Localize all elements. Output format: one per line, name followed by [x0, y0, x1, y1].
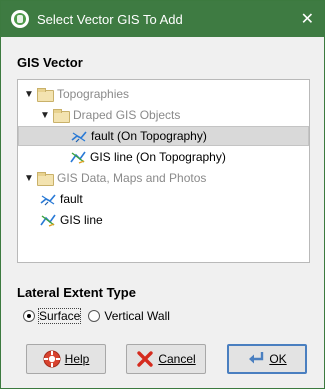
gis-vector-tree[interactable]: ▼ Topographies ▼ Draped GIS Objects faul… [17, 79, 310, 263]
dialog-window: Select Vector GIS To Add ✕ GIS Vector ▼ … [0, 0, 325, 389]
window-title: Select Vector GIS To Add [37, 11, 183, 27]
close-button[interactable]: ✕ [301, 9, 314, 29]
tree-item-label: Draped GIS Objects [73, 108, 181, 122]
folder-icon [37, 88, 54, 102]
tree-item-label: GIS Data, Maps and Photos [57, 171, 207, 185]
cancel-icon [137, 351, 154, 367]
surface-radio[interactable] [23, 310, 35, 322]
cancel-button[interactable]: Cancel [126, 344, 206, 374]
help-label: Help [64, 352, 90, 366]
expanded-triangle-icon[interactable]: ▼ [24, 89, 34, 100]
ok-label: OK [269, 352, 287, 366]
expanded-triangle-icon[interactable]: ▼ [24, 173, 34, 184]
gis-vector-heading: GIS Vector [17, 55, 83, 70]
gis-line-icon [40, 214, 56, 227]
tree-item-gis-line-on-topography[interactable]: GIS line (On Topography) [70, 147, 226, 167]
app-logo-icon [11, 10, 29, 28]
vertical-wall-radio[interactable] [88, 310, 101, 322]
help-button[interactable]: Help [26, 344, 106, 374]
tree-item-label: fault [60, 192, 83, 206]
title-bar[interactable]: Select Vector GIS To Add ✕ [1, 1, 324, 37]
gis-fault-icon [40, 194, 56, 206]
tree-item-gis-line[interactable]: GIS line [40, 210, 103, 230]
expanded-triangle-icon[interactable]: ▼ [40, 110, 50, 121]
folder-icon [53, 109, 70, 123]
tree-item-topographies[interactable]: ▼ Topographies [24, 84, 129, 104]
tree-item-draped-gis-objects[interactable]: ▼ Draped GIS Objects [40, 105, 180, 125]
vertical-wall-radio-label[interactable]: Vertical Wall [104, 309, 170, 323]
help-icon [43, 350, 61, 368]
gis-fault-icon [71, 131, 87, 143]
enter-arrow-icon [249, 352, 264, 364]
surface-radio-label[interactable]: Surface [37, 308, 82, 324]
tree-item-label: GIS line [60, 213, 103, 227]
ok-button[interactable]: OK [227, 344, 307, 374]
tree-item-label: GIS line (On Topography) [90, 150, 226, 164]
lateral-extent-options: Surface Vertical Wall [23, 308, 178, 324]
lateral-extent-heading: Lateral Extent Type [17, 285, 136, 300]
tree-item-label: fault (On Topography) [91, 129, 207, 143]
tree-item-fault-on-topography[interactable]: fault (On Topography) [18, 126, 309, 146]
tree-item-gis-data-maps-photos[interactable]: ▼ GIS Data, Maps and Photos [24, 168, 206, 188]
cancel-label: Cancel [158, 352, 196, 366]
folder-icon [37, 172, 54, 186]
tree-item-label: Topographies [57, 87, 130, 101]
gis-line-icon [70, 151, 86, 164]
tree-item-fault[interactable]: fault [40, 189, 83, 209]
